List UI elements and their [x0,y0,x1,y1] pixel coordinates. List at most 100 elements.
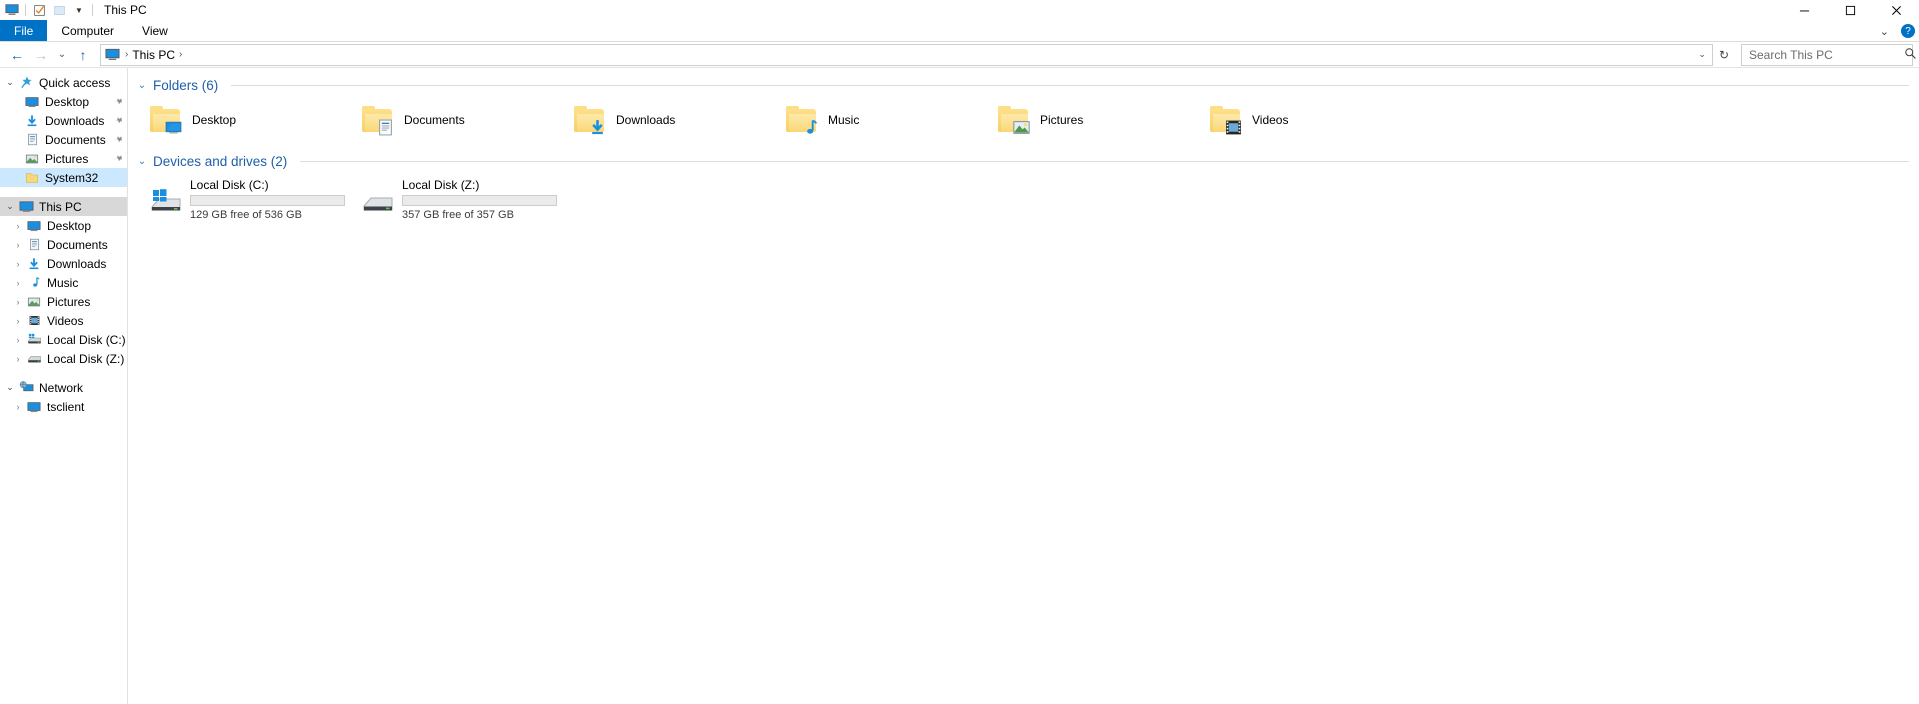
sidebar-item-label: Desktop [45,94,90,109]
navigation-pane[interactable]: ⌄ Quick access Desktop Downloads Documen… [0,68,128,704]
minimize-button[interactable] [1781,0,1827,20]
collapse-ribbon-icon[interactable]: ⌄ [1876,25,1893,38]
chevron-right-icon[interactable]: › [10,316,26,326]
sidebar-item-label: Downloads [45,113,105,128]
downloads-icon [24,113,40,129]
folder-tile-desktop[interactable]: Desktop [136,99,348,141]
search-box[interactable] [1741,43,1916,66]
desktop-icon [26,218,42,234]
pin-icon[interactable] [110,151,125,166]
sidebar-item-label: Music [47,275,79,290]
group-header-folders[interactable]: ⌄ Folders (6) [136,75,1919,95]
qat-separator-1 [25,4,26,16]
folder-tile-downloads[interactable]: Downloads [560,99,772,141]
chevron-down-icon[interactable]: ⌄ [2,201,18,212]
chevron-right-icon[interactable]: › [10,354,26,364]
breadcrumb-this-pc-icon [105,47,121,63]
sidebar-item-pictures-qa[interactable]: Pictures [0,149,127,168]
windows-drive-icon [26,332,42,348]
sidebar-item-videos[interactable]: › Videos [0,311,127,330]
help-icon[interactable]: ? [1901,24,1915,38]
folder-icon [786,104,818,136]
drive-tile-local-disk-z[interactable]: Local Disk (Z:) 357 GB free of 357 GB [348,175,560,221]
search-input[interactable] [1749,47,1904,62]
back-button[interactable]: ← [6,44,28,66]
sidebar-item-downloads[interactable]: › Downloads [0,254,127,273]
up-button[interactable]: ↑ [72,44,94,66]
refresh-button[interactable]: ↻ [1715,48,1733,62]
chevron-right-icon[interactable]: › [10,240,26,250]
group-header-devices[interactable]: ⌄ Devices and drives (2) [136,151,1919,171]
folder-tile-music[interactable]: Music [772,99,984,141]
ribbon-tab-bar: File Computer View ⌄ ? [0,20,1919,42]
properties-icon[interactable] [29,1,49,19]
sidebar-item-downloads-qa[interactable]: Downloads [0,111,127,130]
chevron-down-icon[interactable]: ⌄ [136,156,148,167]
chevron-right-icon[interactable]: › [10,221,26,231]
folder-icon [574,104,606,136]
sidebar-item-pictures[interactable]: › Pictures [0,292,127,311]
pin-icon[interactable] [110,113,125,128]
content-pane[interactable]: ⌄ Folders (6) Desktop Documents Download… [128,68,1919,704]
recent-locations-button[interactable]: ⌄ [54,44,70,66]
documents-icon [26,237,42,253]
chevron-down-icon[interactable]: ⌄ [136,80,148,91]
address-dropdown-icon[interactable]: ⌄ [1694,49,1710,60]
breadcrumb-right-controls: ⌄ [1694,49,1710,60]
music-emblem-icon [807,119,818,134]
drive-icon [26,351,42,367]
tab-file[interactable]: File [0,20,48,41]
drive-icon [362,185,394,217]
sidebar-item-label: Local Disk (Z:) [47,351,125,366]
video-emblem-icon [1226,120,1241,135]
folder-tile-videos[interactable]: Videos [1196,99,1408,141]
pin-icon[interactable] [110,132,125,147]
sidebar-item-tsclient[interactable]: › tsclient [0,397,127,416]
forward-button[interactable]: → [30,44,52,66]
chevron-right-icon[interactable]: › [10,259,26,269]
folder-icon [998,104,1030,136]
breadcrumb[interactable]: › This PC › ⌄ [100,43,1713,66]
sidebar-item-desktop[interactable]: › Desktop [0,216,127,235]
chevron-right-icon[interactable]: › [10,278,26,288]
sidebar-group-network[interactable]: ⌄ Network [0,378,127,397]
drive-free-space: 357 GB free of 357 GB [402,209,514,221]
sidebar-group-network-label: Network [39,380,84,395]
new-folder-icon[interactable] [49,1,69,19]
chevron-down-icon[interactable]: ⌄ [2,382,18,393]
breadcrumb-separator-1[interactable]: › [125,49,128,60]
sidebar-item-documents-qa[interactable]: Documents [0,130,127,149]
breadcrumb-item-this-pc[interactable]: This PC [132,48,175,62]
tab-computer[interactable]: Computer [47,20,128,41]
sidebar-item-system32[interactable]: System32 [0,168,127,187]
sidebar-item-label: Documents [45,132,106,147]
drive-tile-local-disk-c[interactable]: Local Disk (C:) 129 GB free of 536 GB [136,175,348,221]
sidebar-item-music[interactable]: › Music [0,273,127,292]
chevron-right-icon[interactable]: › [10,402,26,412]
drive-label: Local Disk (C:) [190,178,269,192]
chevron-down-icon[interactable]: ⌄ [2,77,18,88]
tab-view[interactable]: View [128,20,182,41]
customize-qat-icon[interactable]: ▼ [69,1,89,19]
breadcrumb-separator-2[interactable]: › [179,49,182,60]
sidebar-group-quick-access[interactable]: ⌄ Quick access [0,73,127,92]
chevron-right-icon[interactable]: › [10,335,26,345]
folder-icon [150,104,182,136]
pin-icon[interactable] [110,94,125,109]
sidebar-item-desktop-qa[interactable]: Desktop [0,92,127,111]
sidebar-item-documents[interactable]: › Documents [0,235,127,254]
music-icon [26,275,42,291]
star-pin-icon [18,75,34,91]
folder-tile-pictures[interactable]: Pictures [984,99,1196,141]
maximize-button[interactable] [1827,0,1873,20]
this-pc-icon[interactable] [2,1,22,19]
sidebar-item-local-disk-z[interactable]: › Local Disk (Z:) [0,349,127,368]
sidebar-item-local-disk-c[interactable]: › Local Disk (C:) [0,330,127,349]
search-icon[interactable] [1904,47,1917,63]
close-button[interactable] [1873,0,1919,20]
tab-computer-label: Computer [61,23,115,38]
folder-tile-documents[interactable]: Documents [348,99,560,141]
sidebar-group-this-pc[interactable]: ⌄ This PC [0,197,127,216]
videos-icon [26,313,42,329]
chevron-right-icon[interactable]: › [10,297,26,307]
